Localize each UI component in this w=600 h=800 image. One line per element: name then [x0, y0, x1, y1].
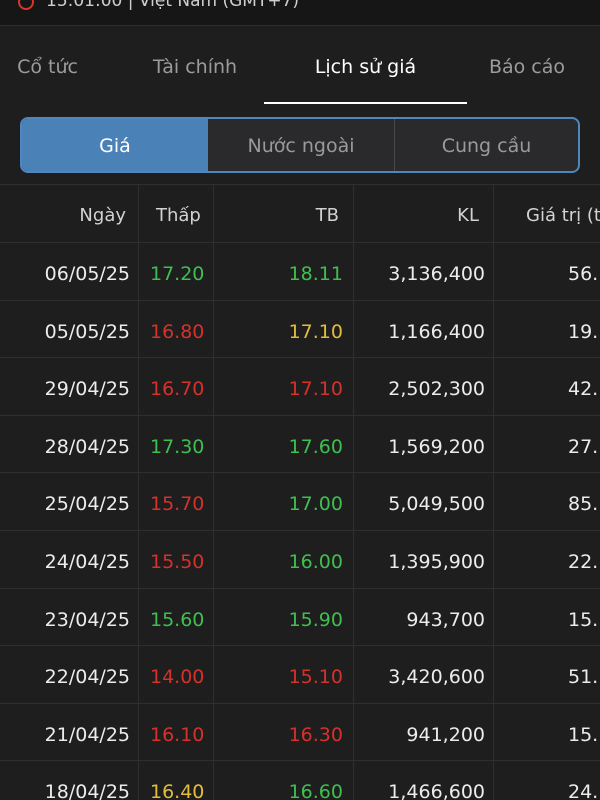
cell-date: 22/04/25	[44, 666, 130, 689]
cell-low: 17.30	[150, 435, 205, 458]
cell-volume: 1,395,900	[388, 551, 485, 573]
cell-date: 05/05/25	[44, 320, 130, 343]
cell-date: 23/04/25	[44, 608, 130, 631]
cell-avg: 17.10	[288, 378, 343, 401]
cell-volume: 2,502,300	[388, 378, 485, 401]
cell-value: 56.	[568, 263, 599, 285]
segment-foreign[interactable]: Nước ngoài	[208, 119, 394, 171]
cell-avg: 17.00	[288, 493, 343, 516]
table-row[interactable]: 06/05/25 17.20 18.11 3,136,400 56.	[0, 242, 600, 300]
header-date[interactable]: Ngày	[0, 185, 126, 243]
table-row[interactable]: 24/04/25 15.50 16.00 1,395,900 22.	[0, 530, 600, 588]
cell-date: 18/04/25	[44, 781, 130, 800]
cell-avg: 15.10	[288, 666, 343, 689]
tab-reports[interactable]: Báo cáo	[482, 26, 572, 104]
cell-low: 16.10	[150, 723, 205, 746]
cell-date: 25/04/25	[44, 493, 130, 516]
cell-value: 15.	[568, 608, 599, 631]
cell-volume: 1,569,200	[388, 435, 485, 458]
table-row[interactable]: 21/04/25 16.10 16.30 941,200 15.	[0, 702, 600, 761]
cell-avg: 16.30	[288, 723, 343, 746]
cell-value: 24.	[568, 781, 599, 800]
status-topbar: 15:01:00 | Việt Nam (GMT+7)	[0, 0, 600, 26]
cell-value: 85.	[568, 493, 599, 516]
cell-volume: 941,200	[406, 723, 485, 746]
cell-date: 06/05/25	[44, 263, 130, 285]
cell-low: 16.80	[150, 320, 205, 343]
header-avg[interactable]: TB	[213, 185, 339, 243]
active-tab-indicator	[264, 102, 467, 104]
cell-low: 15.60	[150, 608, 205, 631]
cell-volume: 1,466,600	[388, 781, 485, 800]
segment-price[interactable]: Giá	[22, 119, 208, 171]
table-row[interactable]: 05/05/25 16.80 17.10 1,166,400 19.	[0, 299, 600, 358]
alert-circle-icon	[18, 0, 34, 10]
header-low[interactable]: Thấp	[156, 185, 216, 243]
tab-bar: Cổ tức Tài chính Lịch sử giá Báo cáo	[0, 26, 600, 104]
cell-volume: 943,700	[406, 608, 485, 631]
header-value[interactable]: Giá trị (t	[526, 185, 600, 243]
table-row[interactable]: 29/04/25 16.70 17.10 2,502,300 42.	[0, 357, 600, 415]
tab-dividends[interactable]: Cổ tức	[10, 26, 85, 104]
cell-date: 29/04/25	[44, 378, 130, 401]
cell-value: 27.	[568, 435, 599, 458]
cell-low: 15.50	[150, 551, 205, 573]
cell-value: 19.	[568, 320, 599, 343]
cell-volume: 3,420,600	[388, 666, 485, 689]
price-history-table: Ngày Thấp TB KL Giá trị (t 06/05/25 17.20…	[0, 184, 600, 800]
cell-volume: 1,166,400	[388, 320, 485, 343]
cell-volume: 5,049,500	[388, 493, 485, 516]
table-row[interactable]: 22/04/25 14.00 15.10 3,420,600 51.	[0, 645, 600, 703]
cell-low: 16.40	[150, 781, 205, 800]
segmented-control: Giá Nước ngoài Cung cầu	[20, 117, 580, 173]
cell-value: 22.	[568, 551, 599, 573]
cell-value: 15.	[568, 723, 599, 746]
cell-volume: 3,136,400	[388, 263, 485, 285]
cell-value: 42.	[568, 378, 599, 401]
header-volume[interactable]: KL	[353, 185, 479, 243]
cell-date: 24/04/25	[44, 551, 130, 573]
cell-date: 21/04/25	[44, 723, 130, 746]
cell-avg: 15.90	[288, 608, 343, 631]
table-row[interactable]: 25/04/25 15.70 17.00 5,049,500 85.	[0, 472, 600, 530]
cell-avg: 17.10	[288, 320, 343, 343]
table-row[interactable]: 28/04/25 17.30 17.60 1,569,200 27.	[0, 414, 600, 473]
table-row[interactable]: 18/04/25 16.40 16.60 1,466,600 24.	[0, 760, 600, 800]
cell-low: 14.00	[150, 666, 205, 689]
cell-low: 15.70	[150, 493, 205, 516]
cell-avg: 17.60	[288, 435, 343, 458]
cell-avg: 16.60	[288, 781, 343, 800]
cell-date: 28/04/25	[44, 435, 130, 458]
topbar-text: 15:01:00 | Việt Nam (GMT+7)	[46, 0, 300, 11]
cell-low: 16.70	[150, 378, 205, 401]
cell-low: 17.20	[150, 263, 205, 285]
tab-price-history[interactable]: Lịch sử giá	[264, 26, 467, 104]
cell-value: 51.	[568, 666, 599, 689]
cell-avg: 18.11	[288, 263, 343, 285]
table-row[interactable]: 23/04/25 15.60 15.90 943,700 15.	[0, 587, 600, 646]
tab-finance[interactable]: Tài chính	[140, 26, 250, 104]
cell-avg: 16.00	[288, 551, 343, 573]
segment-supply-demand[interactable]: Cung cầu	[395, 119, 578, 171]
table-header-row: Ngày Thấp TB KL Giá trị (t	[0, 184, 600, 242]
